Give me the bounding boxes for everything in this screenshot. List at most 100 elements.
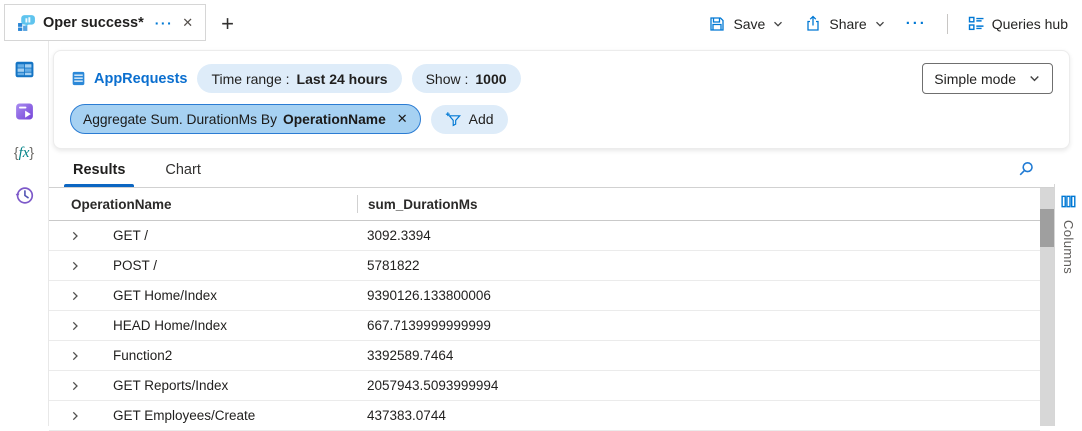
columns-panel: Columns xyxy=(1054,184,1082,426)
queries-hub-button[interactable]: Queries hub xyxy=(968,15,1068,32)
row-expand-chevron-icon[interactable] xyxy=(69,410,83,422)
row-sum-durationms: 5781822 xyxy=(367,258,420,273)
column-header-operationname[interactable]: OperationName xyxy=(49,197,357,212)
add-filter-label: Add xyxy=(468,111,494,127)
app: { "colors": { "accent": "#0078d4", "pill… xyxy=(0,0,1082,431)
tab-chart-label: Chart xyxy=(165,162,201,178)
row-expand-chevron-icon[interactable] xyxy=(69,260,83,272)
table-row[interactable]: Function2 3392589.7464 xyxy=(49,341,1040,371)
mode-selector-value: Simple mode xyxy=(934,70,1016,87)
log-analytics-query-icon xyxy=(17,13,36,32)
share-icon xyxy=(804,15,822,33)
aggregate-filter-text: Aggregate Sum. DurationMs By xyxy=(83,111,278,127)
time-range-value: Last 24 hours xyxy=(296,70,388,87)
chevron-down-icon xyxy=(1028,72,1041,85)
queries-hub-label: Queries hub xyxy=(991,15,1068,32)
toolbar-actions: Save Share ··· Queries hub xyxy=(708,13,1068,34)
add-filter-button[interactable]: Add xyxy=(430,104,508,134)
column-header-sumdurationms[interactable]: sum_DurationMs xyxy=(358,197,478,212)
row-operation-name: POST / xyxy=(113,258,158,273)
new-tab-button[interactable]: + xyxy=(221,12,234,35)
content: {fx} AppRequests Time range: Last 24 ho… xyxy=(0,41,1082,431)
aggregate-filter-column: OperationName xyxy=(283,111,386,127)
show-limit-pill[interactable]: Show : 1000 xyxy=(411,64,521,93)
query-tab[interactable]: Oper success* ··· ✕ xyxy=(4,4,207,41)
tab-results[interactable]: Results xyxy=(63,157,135,187)
toolbar-divider xyxy=(946,13,948,34)
queries-hub-icon xyxy=(968,15,985,32)
row-operation-name: GET Home/Index xyxy=(113,288,218,303)
search-button[interactable] xyxy=(1016,159,1036,179)
save-icon xyxy=(708,15,726,33)
tab-chart[interactable]: Chart xyxy=(163,157,202,187)
share-label: Share xyxy=(829,15,867,32)
tab-more-options-icon[interactable]: ··· xyxy=(155,15,174,31)
queries-pane-button[interactable] xyxy=(9,98,39,124)
row-operation-name: GET Employees/Create xyxy=(113,408,256,423)
table-row[interactable]: GET Reports/Index 2057943.5093999994 xyxy=(49,371,1040,401)
fx-icon: {fx} xyxy=(13,144,35,161)
row-sum-durationms: 667.7139999999999 xyxy=(367,318,491,333)
row-expand-chevron-icon[interactable] xyxy=(69,320,83,332)
tab-bar: Oper success* ··· ✕ + Save Share ··· Que… xyxy=(0,0,1082,41)
query-tab-title: Oper success* xyxy=(43,14,144,31)
time-range-label: Time range : xyxy=(211,70,290,87)
tab-results-label: Results xyxy=(73,162,126,178)
table-icon xyxy=(14,59,35,80)
main-panel: AppRequests Time range : Last 24 hours S… xyxy=(49,41,1082,431)
row-operation-name: HEAD Home/Index xyxy=(113,318,228,333)
save-button[interactable]: Save xyxy=(708,15,784,33)
row-operation-name: GET Reports/Index xyxy=(113,378,229,393)
mode-selector[interactable]: Simple mode xyxy=(922,63,1053,94)
scrollbar-thumb[interactable] xyxy=(1040,209,1054,247)
row-expand-chevron-icon[interactable] xyxy=(69,350,83,362)
row-sum-durationms: 437383.0744 xyxy=(367,408,446,423)
columns-icon xyxy=(1061,194,1076,209)
save-label: Save xyxy=(733,15,766,32)
row-expand-chevron-icon[interactable] xyxy=(69,380,83,392)
table-row[interactable]: GET Home/Index 9390126.133800006 xyxy=(49,281,1040,311)
share-button[interactable]: Share xyxy=(804,15,885,33)
columns-panel-label: Columns xyxy=(1061,220,1076,275)
tab-close-icon[interactable]: ✕ xyxy=(182,15,193,31)
history-icon xyxy=(14,185,35,206)
columns-panel-button[interactable] xyxy=(1061,194,1076,209)
query-history-button[interactable] xyxy=(9,182,39,208)
chevron-down-icon[interactable] xyxy=(874,18,886,30)
results-grid: OperationName sum_DurationMs GET / 3092.… xyxy=(49,188,1040,431)
aggregate-filter-pill[interactable]: Aggregate Sum. DurationMs By OperationNa… xyxy=(70,104,421,134)
functions-pane-button[interactable]: {fx} xyxy=(9,140,39,166)
table-name: AppRequests xyxy=(94,70,188,87)
table-row[interactable]: HEAD Home/Index 667.7139999999999 xyxy=(49,311,1040,341)
more-options-button[interactable]: ··· xyxy=(906,15,927,32)
query-builder-row-1: AppRequests Time range : Last 24 hours S… xyxy=(70,63,1053,94)
show-limit-value: 1000 xyxy=(475,70,507,87)
more-options-icon: ··· xyxy=(905,15,927,32)
table-selector[interactable]: AppRequests xyxy=(70,70,187,87)
row-sum-durationms: 3092.3394 xyxy=(367,228,431,243)
row-operation-name: Function2 xyxy=(113,348,173,363)
row-operation-name: GET / xyxy=(113,228,149,243)
row-sum-durationms: 9390126.133800006 xyxy=(367,288,491,303)
vertical-scrollbar[interactable] xyxy=(1040,188,1054,426)
row-sum-durationms: 2057943.5093999994 xyxy=(367,378,499,393)
queries-icon xyxy=(14,101,35,122)
table-row[interactable]: GET Employees/Create 437383.0744 xyxy=(49,401,1040,431)
row-sum-durationms: 3392589.7464 xyxy=(367,348,454,363)
remove-filter-icon[interactable]: ✕ xyxy=(397,111,408,127)
table-row[interactable]: POST / 5781822 xyxy=(49,251,1040,281)
search-icon xyxy=(1016,159,1036,179)
tables-pane-button[interactable] xyxy=(9,56,39,82)
query-builder-row-2: Aggregate Sum. DurationMs By OperationNa… xyxy=(70,104,1053,134)
show-limit-label: Show : xyxy=(425,70,469,87)
results-grid-header: OperationName sum_DurationMs xyxy=(49,188,1040,221)
row-expand-chevron-icon[interactable] xyxy=(69,230,83,242)
results-tabs: Results Chart xyxy=(49,157,1082,188)
row-expand-chevron-icon[interactable] xyxy=(69,290,83,302)
table-icon xyxy=(70,70,87,87)
table-row[interactable]: GET / 3092.3394 xyxy=(49,221,1040,251)
chevron-down-icon[interactable] xyxy=(772,18,784,30)
add-filter-icon xyxy=(445,111,462,127)
time-range-pill[interactable]: Time range : Last 24 hours xyxy=(197,64,402,93)
query-builder: AppRequests Time range : Last 24 hours S… xyxy=(53,50,1070,149)
